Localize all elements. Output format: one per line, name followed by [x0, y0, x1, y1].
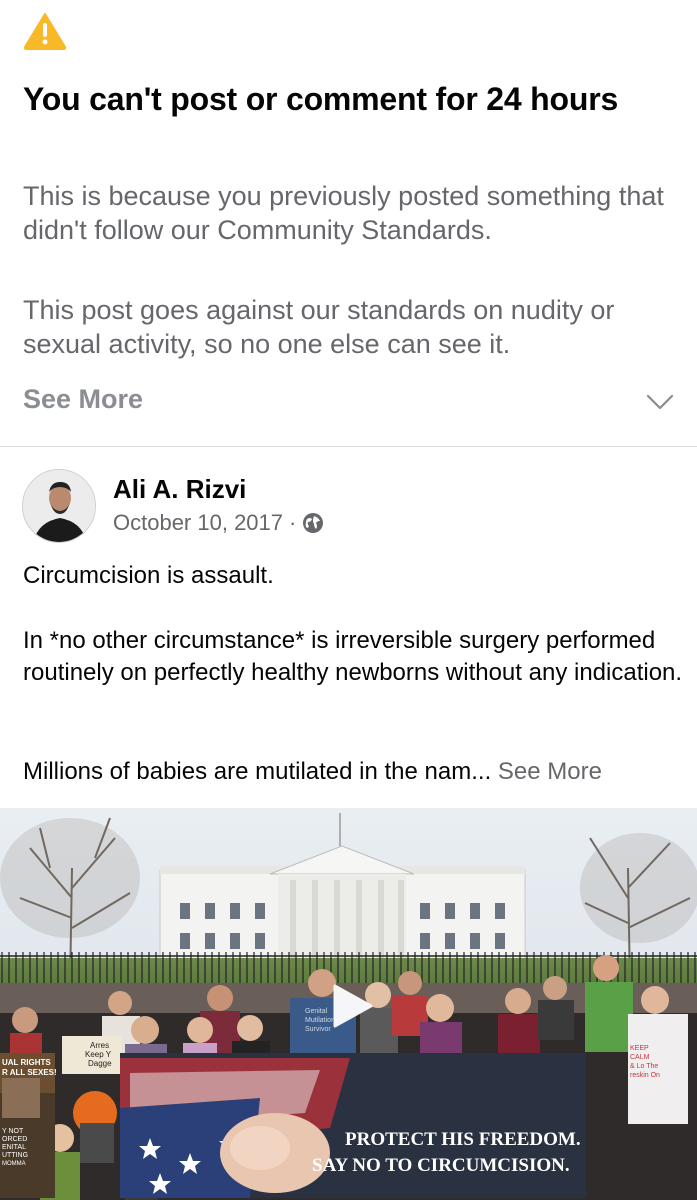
- protest-banner: PROTECT HIS FREEDOM. SAY NO TO CIRCUMCIS…: [120, 1053, 586, 1198]
- avatar[interactable]: [22, 469, 96, 543]
- sign-mid-text-1: Arres: [90, 1041, 109, 1050]
- post-text-paragraph: In *no other circumstance* is irreversib…: [23, 627, 683, 686]
- sign-left-text-2: R ALL SEXES!: [2, 1068, 57, 1077]
- sign-right-text-1: KEEP: [630, 1045, 649, 1052]
- chevron-down-icon[interactable]: [645, 392, 675, 412]
- post-text-truncated-content: Millions of babies are mutilated in the …: [23, 758, 492, 785]
- shirt-text-3: Survivor: [305, 1026, 331, 1033]
- sign-right-text-2: CALM: [630, 1054, 650, 1061]
- sign-left-text-1: UAL RIGHTS: [2, 1058, 51, 1067]
- meta-separator: ·: [289, 510, 297, 535]
- sign-right-text-4: reskin On: [630, 1072, 660, 1079]
- banner-line-2: SAY NO TO CIRCUMCISION.: [312, 1155, 570, 1176]
- sign-left-lower-4: UTTING: [2, 1152, 28, 1159]
- warning-icon: [23, 13, 67, 50]
- sign-mid-text-2: Keep Y: [85, 1050, 112, 1059]
- sign-mid: Arres Keep Y Dagge: [62, 1036, 122, 1074]
- post-date[interactable]: October 10, 2017: [113, 510, 283, 536]
- sign-left-lower-3: ENITAL: [2, 1144, 26, 1151]
- sign-left: UAL RIGHTS R ALL SEXES! Y NOT ORCED ENIT…: [0, 1053, 57, 1198]
- play-icon[interactable]: [331, 983, 373, 1029]
- restriction-notice: You can't post or comment for 24 hours T…: [0, 0, 697, 446]
- avatar-image: [23, 470, 95, 542]
- post-see-more-link[interactable]: See More: [498, 758, 602, 785]
- notice-reason: This is because you previously posted so…: [23, 181, 664, 245]
- post-text-line: Circumcision is assault.: [23, 562, 274, 589]
- sign-left-lower-2: ORCED: [2, 1136, 27, 1143]
- sign-left-lower-1: Y NOT: [2, 1128, 24, 1135]
- sign-left-lower-5: MOMMA: [2, 1161, 26, 1167]
- notice-detail: This post goes against our standards on …: [23, 295, 615, 359]
- notice-title: You can't post or comment for 24 hours: [23, 81, 619, 117]
- post-meta: October 10, 2017 ·: [113, 508, 324, 538]
- video-thumbnail[interactable]: UAL RIGHTS R ALL SEXES! Y NOT ORCED ENIT…: [0, 808, 697, 1200]
- post-text-truncated: Millions of babies are mutilated in the …: [23, 756, 683, 788]
- globe-icon[interactable]: [302, 512, 324, 534]
- post-author[interactable]: Ali A. Rizvi: [113, 473, 246, 505]
- see-more-button[interactable]: See More: [23, 382, 143, 416]
- divider: [0, 446, 697, 447]
- banner-line-1: PROTECT HIS FREEDOM.: [345, 1129, 581, 1150]
- shirt-text-1: Genital: [305, 1008, 328, 1015]
- sign-mid-text-3: Dagge: [88, 1059, 112, 1068]
- sign-right-text-3: & Lo The: [630, 1063, 658, 1070]
